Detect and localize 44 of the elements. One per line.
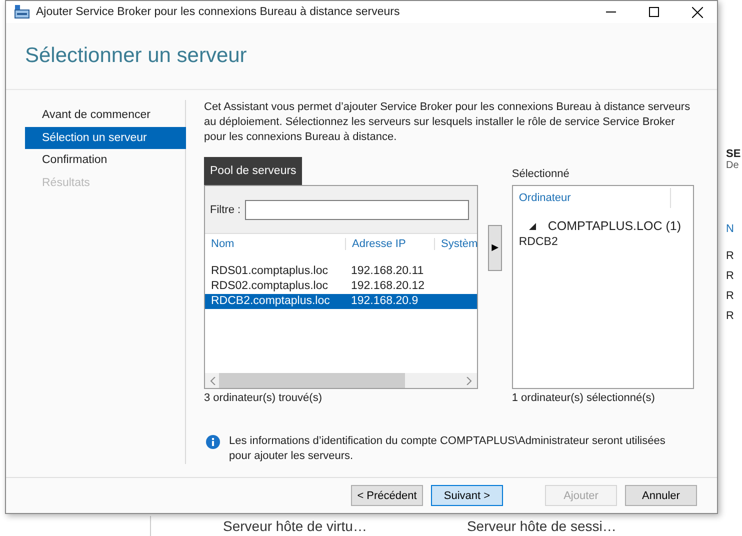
background-text: De: [725, 160, 740, 171]
server-row[interactable]: RDCB2.comptaplus.loc 192.168.20.9: [205, 294, 478, 309]
background-text: R: [725, 310, 735, 322]
window-title: Ajouter Service Broker pour les connexions Bureau à distance serveurs: [36, 6, 400, 18]
server-row[interactable]: RDS02.comptaplus.loc 192.168.20.12: [205, 279, 478, 294]
background-text: R: [725, 270, 735, 282]
selected-count: 1 ordinateur(s) sélectionné(s): [512, 392, 656, 404]
filter-label: Filtre :: [210, 204, 241, 216]
background-text: Serveur hôte de sessi…: [466, 517, 616, 536]
scroll-right-icon[interactable]: [466, 376, 472, 384]
column-header[interactable]: Adresse IP: [346, 238, 435, 250]
background-text: R: [725, 250, 735, 262]
server-item[interactable]: RDCB2: [512, 234, 693, 250]
dialog-button: Ajouter: [545, 485, 617, 506]
horizontal-scrollbar[interactable]: [205, 373, 478, 388]
dialog-button[interactable]: Suivant >: [431, 485, 503, 506]
pool-tab[interactable]: Pool de serveurs: [204, 157, 302, 185]
add-button[interactable]: ▶: [488, 225, 502, 271]
column-header[interactable]: Ordinateur: [518, 192, 571, 204]
background-text: Serveur hôte de virtu…: [223, 517, 367, 536]
nav-item[interactable]: Confirmation: [25, 149, 186, 172]
background-text: SE: [725, 148, 742, 160]
selected-label: Sélectionné: [512, 167, 570, 182]
server-row[interactable]: RDS01.comptaplus.loc 192.168.20.11: [205, 264, 478, 279]
collapse-arrow-icon[interactable]: [528, 222, 536, 230]
info-icon: [206, 435, 220, 449]
info-text: Les informations d’identification du compte COMPTAPLUS\Administrateur seront utilisées pour ajouter les serveurs.: [229, 434, 666, 464]
description-text: Cet Assistant vous permet d’ajouter Service Broker pour les connexions Bureau à distance serveurs au déploiement. Sélectionnez les serveurs sur lesquels installer le rôle de service Service Broker pour les connexions Bureau à distance.: [204, 100, 692, 145]
background-text: R: [725, 290, 735, 302]
page-heading: Sélectionner un serveur: [25, 44, 247, 68]
group-label[interactable]: COMPTAPLUS.LOC (1): [548, 219, 681, 233]
server-icon: [14, 5, 30, 19]
maximize-icon[interactable]: [649, 7, 659, 17]
column-header[interactable]: Nom: [205, 238, 346, 250]
dialog-button[interactable]: Annuler: [625, 485, 697, 506]
scroll-left-icon[interactable]: [210, 376, 216, 384]
column-header[interactable]: Systèm: [435, 238, 477, 250]
dialog-button[interactable]: < Précédent: [351, 485, 423, 506]
nav-item[interactable]: Avant de commencer: [25, 104, 186, 126]
background-text: N: [725, 223, 735, 235]
nav-item[interactable]: Sélection un serveur: [25, 126, 186, 149]
filter-field[interactable]: [244, 200, 469, 220]
close-icon[interactable]: [692, 6, 703, 18]
found-count: 3 ordinateur(s) trouvé(s): [204, 392, 323, 404]
